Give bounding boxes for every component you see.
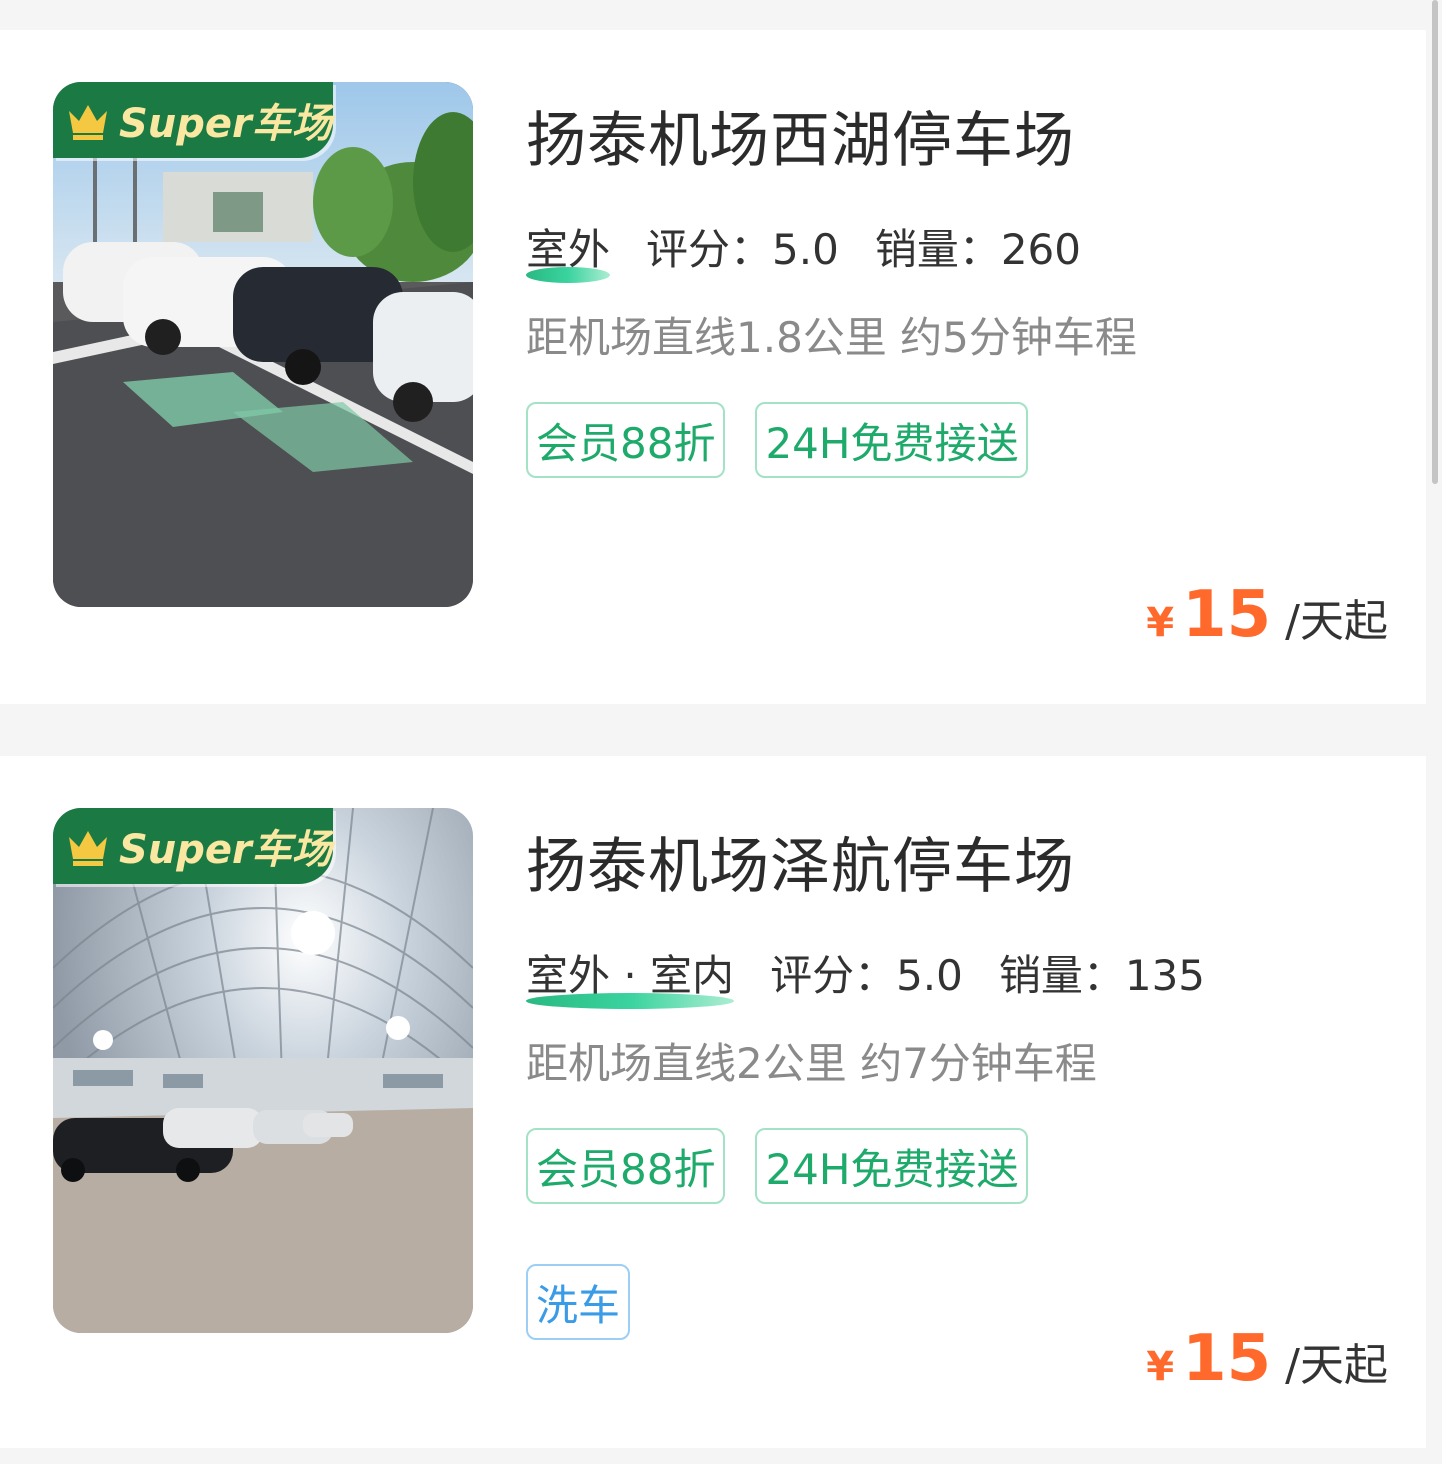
environment-tag: 室外 · 室内: [526, 942, 735, 1009]
parking-lot-card[interactable]: Super车场 扬泰机场西湖停车场 室外 评分：5.0 销量：260 距机场直线…: [0, 30, 1426, 704]
crown-icon: [69, 831, 107, 866]
rating: 评分：5.0: [770, 951, 963, 1000]
super-parking-badge: Super车场: [53, 82, 333, 158]
price-unit: /天起: [1285, 596, 1388, 647]
sales-count: 销量：135: [998, 951, 1206, 1000]
indoor-parking-hangar-photo: [53, 808, 473, 1333]
price: ¥ 15 /天起: [1146, 1322, 1388, 1396]
environment-label: 室外 · 室内: [526, 951, 735, 1000]
distance-text: 距机场直线2公里 约7分钟车程: [526, 1039, 1097, 1088]
sales-count: 销量：260: [874, 225, 1081, 274]
scrollbar[interactable]: [1432, 0, 1438, 484]
rating: 评分：5.0: [646, 225, 839, 274]
car-wash-tag: 洗车: [526, 1264, 631, 1340]
crown-icon: [69, 105, 107, 140]
parking-lot-card[interactable]: Super车场 扬泰机场泽航停车场 室外 · 室内 评分：5.0 销量：135 …: [0, 756, 1426, 1448]
free-shuttle-tag: 24H免费接送: [755, 402, 1029, 478]
parking-lot-title[interactable]: 扬泰机场泽航停车场: [526, 818, 1075, 905]
environment-label: 室外: [526, 225, 611, 274]
price: ¥ 15 /天起: [1146, 578, 1388, 652]
outdoor-parking-lot-photo: [53, 82, 473, 607]
badge-label: Super车场: [119, 101, 332, 147]
price-amount: 15: [1182, 1322, 1272, 1396]
currency-symbol: ¥: [1146, 1344, 1175, 1390]
parking-list-page: Super车场 扬泰机场西湖停车场 室外 评分：5.0 销量：260 距机场直线…: [0, 0, 1442, 1464]
service-tags: 会员88折 24H免费接送: [526, 402, 1386, 478]
badge-label: Super车场: [119, 827, 332, 873]
price-unit: /天起: [1285, 1340, 1388, 1391]
member-discount-tag: 会员88折: [526, 402, 726, 478]
distance-text: 距机场直线1.8公里 约5分钟车程: [526, 313, 1137, 362]
parking-lot-title[interactable]: 扬泰机场西湖停车场: [526, 92, 1075, 179]
parking-lot-meta: 室外 评分：5.0 销量：260: [526, 216, 1081, 283]
environment-tag: 室外: [526, 216, 611, 283]
service-tags: 会员88折 24H免费接送 洗车: [526, 1128, 1386, 1340]
member-discount-tag: 会员88折: [526, 1128, 726, 1204]
super-parking-badge: Super车场: [53, 808, 333, 884]
currency-symbol: ¥: [1146, 600, 1175, 646]
parking-lot-photo[interactable]: Super车场: [53, 82, 473, 607]
price-amount: 15: [1182, 578, 1272, 652]
free-shuttle-tag: 24H免费接送: [755, 1128, 1029, 1204]
parking-lot-meta: 室外 · 室内 评分：5.0 销量：135: [526, 942, 1206, 1009]
parking-lot-photo[interactable]: Super车场: [53, 808, 473, 1333]
